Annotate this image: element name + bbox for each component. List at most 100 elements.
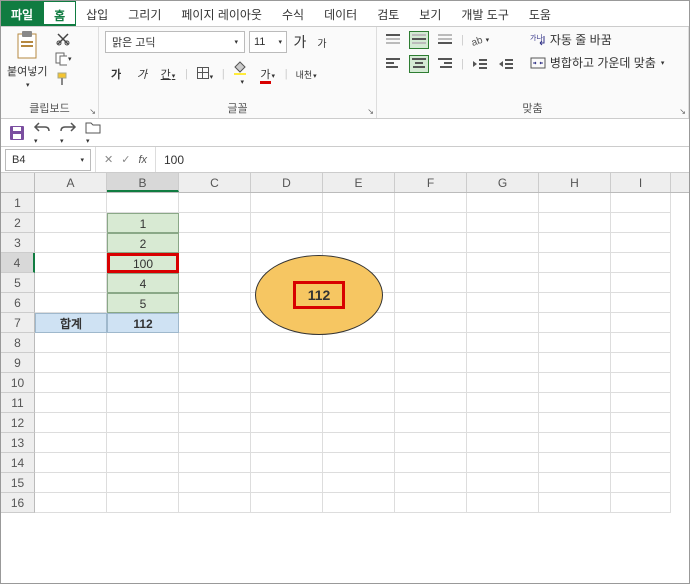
cell-C9[interactable] (179, 353, 251, 373)
cell-I7[interactable] (611, 313, 671, 333)
font-size-select[interactable]: 11 ▾ (249, 31, 287, 53)
cell-H9[interactable] (539, 353, 611, 373)
cell-H4[interactable] (539, 253, 611, 273)
cell-G8[interactable] (467, 333, 539, 353)
cell-F4[interactable] (395, 253, 467, 273)
column-header[interactable]: H (539, 173, 611, 192)
tab-home[interactable]: 홈 (43, 1, 76, 26)
cell-H8[interactable] (539, 333, 611, 353)
tab-file[interactable]: 파일 (1, 1, 43, 26)
cell-E1[interactable] (323, 193, 395, 213)
cell-H12[interactable] (539, 413, 611, 433)
cell-C7[interactable] (179, 313, 251, 333)
cell-A11[interactable] (35, 393, 107, 413)
column-header[interactable]: G (467, 173, 539, 192)
cell-C8[interactable] (179, 333, 251, 353)
align-left-button[interactable] (383, 55, 403, 73)
cell-F8[interactable] (395, 333, 467, 353)
cell-H3[interactable] (539, 233, 611, 253)
cell-B16[interactable] (107, 493, 179, 513)
tab-data[interactable]: 데이터 (314, 1, 367, 26)
column-header[interactable]: D (251, 173, 323, 192)
cell-E14[interactable] (323, 453, 395, 473)
cell-C6[interactable] (179, 293, 251, 313)
save-button[interactable] (9, 125, 25, 141)
cell-G6[interactable] (467, 293, 539, 313)
dialog-launcher-icon[interactable]: ↘ (89, 107, 96, 116)
cell-I1[interactable] (611, 193, 671, 213)
cell-B7[interactable]: 112 (107, 313, 179, 333)
dialog-launcher-icon[interactable]: ↘ (679, 107, 686, 116)
cell-F12[interactable] (395, 413, 467, 433)
cell-I12[interactable] (611, 413, 671, 433)
cell-A8[interactable] (35, 333, 107, 353)
oval-shape[interactable]: 112 (255, 255, 383, 335)
cell-F5[interactable] (395, 273, 467, 293)
column-header[interactable]: A (35, 173, 107, 192)
cell-E3[interactable] (323, 233, 395, 253)
cell-E8[interactable] (323, 333, 395, 353)
cell-E9[interactable] (323, 353, 395, 373)
cell-H16[interactable] (539, 493, 611, 513)
decrease-indent-button[interactable] (470, 55, 490, 73)
row-header[interactable]: 5 (1, 273, 35, 293)
shrink-font-button[interactable]: 가 (313, 35, 331, 50)
orientation-button[interactable]: ab▾ (470, 31, 490, 49)
cell-I6[interactable] (611, 293, 671, 313)
align-middle-button[interactable] (409, 31, 429, 49)
cell-B11[interactable] (107, 393, 179, 413)
tab-review[interactable]: 검토 (367, 1, 409, 26)
cell-G14[interactable] (467, 453, 539, 473)
row-header[interactable]: 8 (1, 333, 35, 353)
tab-developer[interactable]: 개발 도구 (451, 1, 519, 26)
cell-B13[interactable] (107, 433, 179, 453)
name-box[interactable]: B4 ▾ (5, 149, 91, 171)
cell-H13[interactable] (539, 433, 611, 453)
column-header[interactable]: I (611, 173, 671, 192)
cell-A12[interactable] (35, 413, 107, 433)
cell-A13[interactable] (35, 433, 107, 453)
cell-D10[interactable] (251, 373, 323, 393)
cell-F9[interactable] (395, 353, 467, 373)
cell-B1[interactable] (107, 193, 179, 213)
cell-D9[interactable] (251, 353, 323, 373)
column-header[interactable]: F (395, 173, 467, 192)
cell-D16[interactable] (251, 493, 323, 513)
cell-A10[interactable] (35, 373, 107, 393)
cell-H7[interactable] (539, 313, 611, 333)
tab-page-layout[interactable]: 페이지 레이아웃 (171, 1, 272, 26)
cell-F6[interactable] (395, 293, 467, 313)
increase-indent-button[interactable] (496, 55, 516, 73)
cell-A9[interactable] (35, 353, 107, 373)
cell-F13[interactable] (395, 433, 467, 453)
cell-D8[interactable] (251, 333, 323, 353)
row-header[interactable]: 14 (1, 453, 35, 473)
cell-I13[interactable] (611, 433, 671, 453)
align-bottom-button[interactable] (435, 31, 455, 49)
cell-F3[interactable] (395, 233, 467, 253)
cell-D1[interactable] (251, 193, 323, 213)
cell-C15[interactable] (179, 473, 251, 493)
wrap-text-button[interactable]: 가나 자동 줄 바꿈 (530, 31, 665, 48)
cell-B12[interactable] (107, 413, 179, 433)
format-painter-button[interactable] (55, 71, 71, 87)
cell-D13[interactable] (251, 433, 323, 453)
cell-H11[interactable] (539, 393, 611, 413)
cell-E10[interactable] (323, 373, 395, 393)
row-header[interactable]: 16 (1, 493, 35, 513)
grow-font-button[interactable]: 가 (291, 32, 309, 52)
cell-A5[interactable] (35, 273, 107, 293)
cell-H10[interactable] (539, 373, 611, 393)
cell-A7[interactable]: 합계 (35, 313, 107, 333)
row-header[interactable]: 9 (1, 353, 35, 373)
column-header[interactable]: C (179, 173, 251, 192)
row-header[interactable]: 6 (1, 293, 35, 313)
font-name-select[interactable]: 맑은 고딕 ▾ (105, 31, 245, 53)
folder-button[interactable]: ▾ (85, 120, 101, 146)
cell-B2[interactable]: 1 (107, 213, 179, 233)
border-button[interactable]: ▾ (196, 67, 214, 82)
enter-formula-button[interactable]: ✓ (121, 153, 130, 166)
cell-B8[interactable] (107, 333, 179, 353)
cell-G2[interactable] (467, 213, 539, 233)
cell-B6[interactable]: 5 (107, 293, 179, 313)
